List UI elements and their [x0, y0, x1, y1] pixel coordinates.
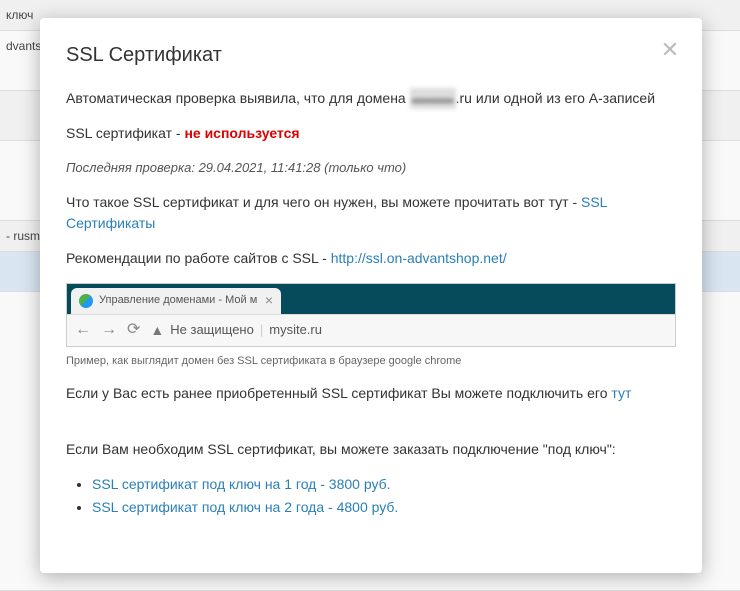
forward-icon: → — [101, 318, 117, 342]
domain-suffix: .ru — [456, 90, 472, 106]
existing-cert-line: Если у Вас есть ранее приобретенный SSL … — [66, 383, 676, 404]
tab-close-icon: × — [265, 290, 273, 311]
last-check-time: Последняя проверка: 29.04.2021, 11:41:28… — [66, 158, 676, 178]
text-fragment: или одной из его A-записей — [472, 90, 655, 106]
what-is-ssl-line: Что такое SSL сертификат и для чего он н… — [66, 192, 676, 234]
reload-icon: ⟳ — [127, 318, 140, 342]
list-item: SSL сертификат под ключ на 1 год - 3800 … — [92, 474, 676, 495]
ssl-status-not-used: не используется — [184, 125, 299, 141]
browser-mockup: Управление доменами - Мой м × ← → ⟳ ▲ Не… — [66, 283, 676, 347]
back-icon: ← — [75, 318, 91, 342]
modal-title: SSL Сертификат — [66, 40, 676, 70]
text-fragment: SSL сертификат - — [66, 125, 184, 141]
text-fragment: Автоматическая проверка выявила, что для… — [66, 90, 410, 106]
check-result-line-2: SSL сертификат - не используется — [66, 123, 676, 144]
offers-list: SSL сертификат под ключ на 1 год - 3800 … — [66, 474, 676, 518]
list-item: SSL сертификат под ключ на 2 года - 4800… — [92, 497, 676, 518]
not-secure-label: Не защищено — [170, 320, 254, 340]
check-result-line-1: Автоматическая проверка выявила, что для… — [66, 88, 676, 109]
address-bar: ▲ Не защищено | mysite.ru — [150, 320, 667, 341]
connect-cert-link[interactable]: тут — [611, 385, 631, 401]
domain-blurred: ▬▬▬ — [410, 88, 456, 109]
order-intro-line: Если Вам необходим SSL сертификат, вы мо… — [66, 439, 676, 460]
text-fragment: Рекомендации по работе сайтов с SSL - — [66, 250, 331, 266]
close-icon[interactable]: ✕ — [660, 40, 680, 60]
warning-icon: ▲ — [150, 320, 164, 341]
address-text: mysite.ru — [269, 320, 322, 340]
site-favicon-icon — [79, 294, 93, 308]
text-fragment: Если у Вас есть ранее приобретенный SSL … — [66, 385, 611, 401]
offer-2-year-link[interactable]: SSL сертификат под ключ на 2 года - 4800… — [92, 499, 398, 515]
text-fragment: Что такое SSL сертификат и для чего он н… — [66, 194, 581, 210]
ssl-recommendations-link[interactable]: http://ssl.on-advantshop.net/ — [331, 250, 507, 266]
divider: | — [260, 320, 263, 340]
offer-1-year-link[interactable]: SSL сертификат под ключ на 1 год - 3800 … — [92, 476, 391, 492]
ssl-modal: ✕ SSL Сертификат Автоматическая проверка… — [40, 18, 702, 573]
browser-tab: Управление доменами - Мой м × — [71, 288, 281, 314]
tab-title: Управление доменами - Мой м — [99, 292, 259, 309]
browser-tabstrip: Управление доменами - Мой м × — [67, 284, 675, 314]
recommendations-line: Рекомендации по работе сайтов с SSL - ht… — [66, 248, 676, 269]
mockup-caption: Пример, как выглядит домен без SSL серти… — [66, 353, 676, 370]
browser-toolbar: ← → ⟳ ▲ Не защищено | mysite.ru — [67, 314, 675, 346]
